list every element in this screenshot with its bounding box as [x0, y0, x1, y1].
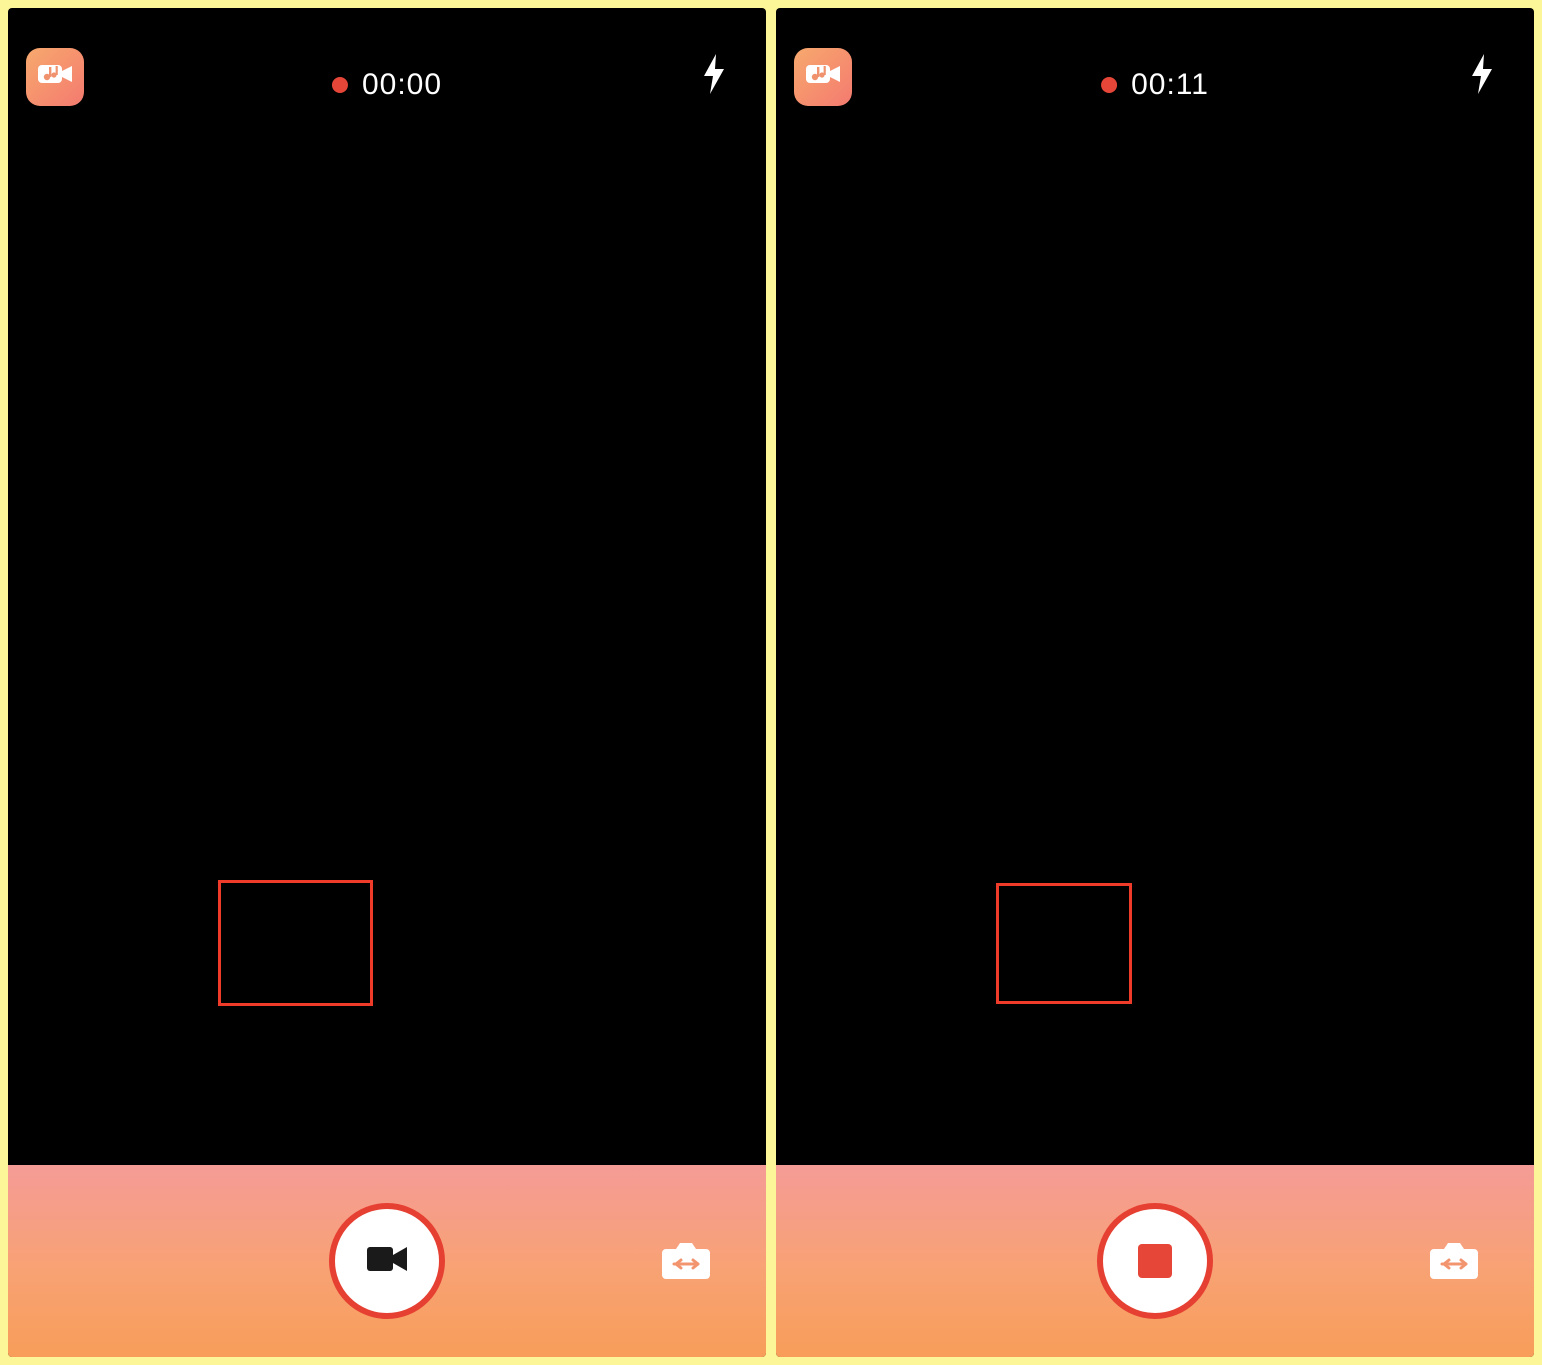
switch-camera-icon: [1428, 1237, 1480, 1286]
camera-viewfinder[interactable]: [776, 128, 1534, 1165]
comparison-canvas: 00:00: [0, 0, 1542, 1365]
recording-timer: 00:00: [332, 68, 442, 102]
stop-icon: [1138, 1244, 1172, 1278]
flash-icon: [1469, 54, 1495, 99]
music-video-icon: [803, 55, 843, 100]
top-bar: 00:00: [8, 8, 766, 128]
flash-icon: [701, 54, 727, 99]
bottom-bar: [776, 1165, 1534, 1357]
recording-indicator-dot: [332, 77, 348, 93]
recording-timer: 00:11: [1101, 68, 1209, 102]
flash-toggle[interactable]: [1462, 56, 1502, 96]
stop-recording-button[interactable]: [1097, 1203, 1213, 1319]
app-badge-button[interactable]: [26, 48, 84, 106]
top-bar: 00:11: [776, 8, 1534, 128]
record-button[interactable]: [329, 1203, 445, 1319]
bottom-bar: [8, 1165, 766, 1357]
music-video-icon: [35, 55, 75, 100]
camera-viewfinder[interactable]: [8, 128, 766, 1165]
recording-indicator-dot: [1101, 77, 1117, 93]
switch-camera-button[interactable]: [660, 1239, 712, 1283]
switch-camera-icon: [660, 1237, 712, 1286]
flash-toggle[interactable]: [694, 56, 734, 96]
timer-text: 00:11: [1131, 68, 1209, 102]
video-camera-icon: [363, 1235, 411, 1288]
timer-text: 00:00: [362, 68, 442, 102]
phone-screen-left: 00:00: [8, 8, 766, 1357]
phone-screen-right: 00:11: [776, 8, 1534, 1357]
switch-camera-button[interactable]: [1428, 1239, 1480, 1283]
app-badge-button[interactable]: [794, 48, 852, 106]
